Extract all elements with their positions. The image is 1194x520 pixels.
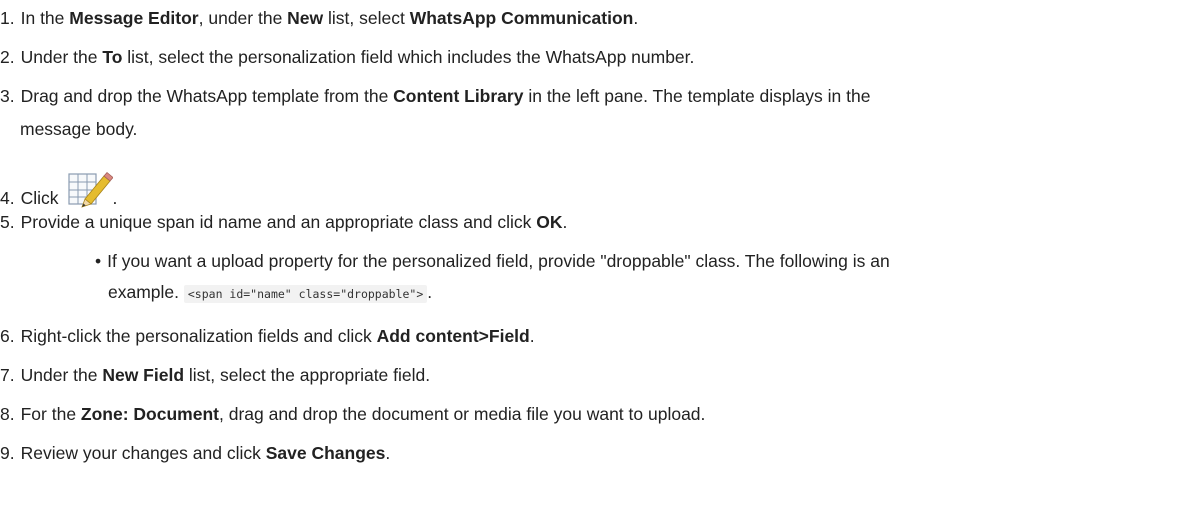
ui-term: Add content>Field [376,326,530,346]
step-number: 2. [0,47,15,67]
ui-term: New Field [102,365,185,385]
ui-term: Zone: Document [80,404,219,424]
step-text: Provide a unique span id name and an app… [20,212,568,232]
step-8: 8. For the Zone: Document, drag and drop … [0,403,705,425]
ui-term: To [102,47,123,67]
step-number: 5. [0,212,15,232]
ui-term: WhatsApp Communication [409,8,634,28]
step-text-continuation: message body. [20,119,138,139]
step-9: 9. Review your changes and click Save Cha… [0,442,390,464]
ui-term: Message Editor [69,8,199,28]
ui-term: OK [536,212,563,232]
procedure-steps: 1. In the Message Editor, under the New l… [0,0,1194,520]
step-text: For the Zone: Document, drag and drop th… [20,404,706,424]
step-text: Review your changes and click Save Chang… [20,443,391,463]
step-number: 3. [0,86,15,106]
step-number: 7. [0,365,15,385]
step-7: 7. Under the New Field list, select the a… [0,364,430,386]
step-text: Under the New Field list, select the app… [20,365,431,385]
step-4: 4. Click . [0,168,117,210]
step-number: 6. [0,326,15,346]
step-number: 1. [0,8,15,28]
ui-term: New [287,8,324,28]
ui-term: Save Changes [265,443,386,463]
step-text: Click [20,188,59,208]
bullet: • [95,251,102,271]
step-5: 5. Provide a unique span id name and an a… [0,211,567,233]
edit-table-icon [65,168,114,210]
note-text: If you want a upload property for the pe… [107,251,890,271]
step-3: 3. Drag and drop the WhatsApp template fr… [0,85,870,140]
step-text: Drag and drop the WhatsApp template from… [20,86,871,106]
note-text-continuation: example. <span id="name" class="droppabl… [108,282,433,303]
ui-term: Content Library [393,86,524,106]
step-number: 9. [0,443,15,463]
step-1: 1. In the Message Editor, under the New l… [0,7,638,29]
step-text: In the Message Editor, under the New lis… [20,8,639,28]
step-6: 6. Right-click the personalization fields… [0,325,535,347]
step-number: 4. [0,188,15,208]
step-number: 8. [0,404,15,424]
step-5-note: • If you want a upload property for the p… [95,250,890,305]
step-text: Under the To list, select the personaliz… [20,47,695,67]
code-sample: <span id="name" class="droppable"> [183,285,428,303]
step-2: 2. Under the To list, select the personal… [0,46,694,68]
step-text: Right-click the personalization fields a… [20,326,535,346]
